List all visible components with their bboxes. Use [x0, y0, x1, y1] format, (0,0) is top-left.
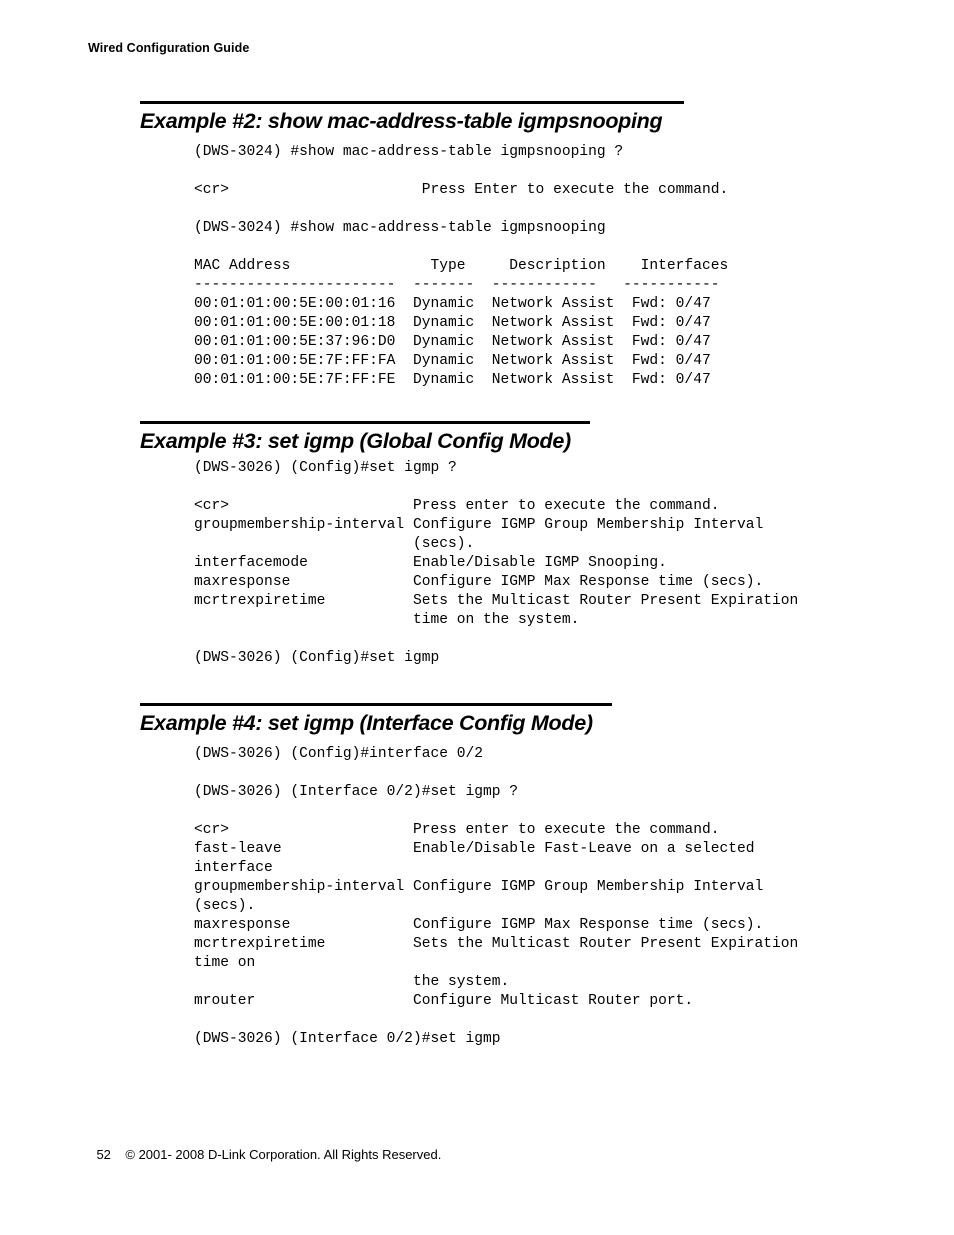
running-header-title: Wired Configuration Guide	[88, 41, 250, 55]
section-example-4: Example #4: set igmp (Interface Config M…	[140, 703, 612, 736]
section-heading-example-3: Example #3: set igmp (Global Config Mode…	[140, 429, 571, 453]
console-output-example-2: (DWS-3024) #show mac-address-table igmps…	[194, 144, 729, 388]
page-footer: 52 © 2001- 2008 D-Link Corporation. All …	[82, 1132, 441, 1177]
section-heading-example-2: Example #2: show mac-address-table igmps…	[140, 109, 663, 133]
heading-rule	[140, 101, 684, 104]
footer-page-number: 52	[96, 1147, 111, 1162]
document-page: Wired Configuration Guide Example #2: sh…	[0, 0, 954, 1235]
heading-rule	[140, 421, 590, 424]
section-heading-example-4: Example #4: set igmp (Interface Config M…	[140, 711, 593, 735]
console-output-example-3: (DWS-3026) (Config)#set igmp ? <cr> Pres…	[194, 460, 799, 666]
footer-spacer	[111, 1147, 125, 1162]
section-example-3: Example #3: set igmp (Global Config Mode…	[140, 421, 590, 454]
heading-rule	[140, 703, 612, 706]
footer-copyright: © 2001- 2008 D-Link Corporation. All Rig…	[125, 1147, 442, 1162]
console-output-example-4: (DWS-3026) (Config)#interface 0/2 (DWS-3…	[194, 746, 799, 1047]
section-example-2: Example #2: show mac-address-table igmps…	[140, 101, 684, 134]
